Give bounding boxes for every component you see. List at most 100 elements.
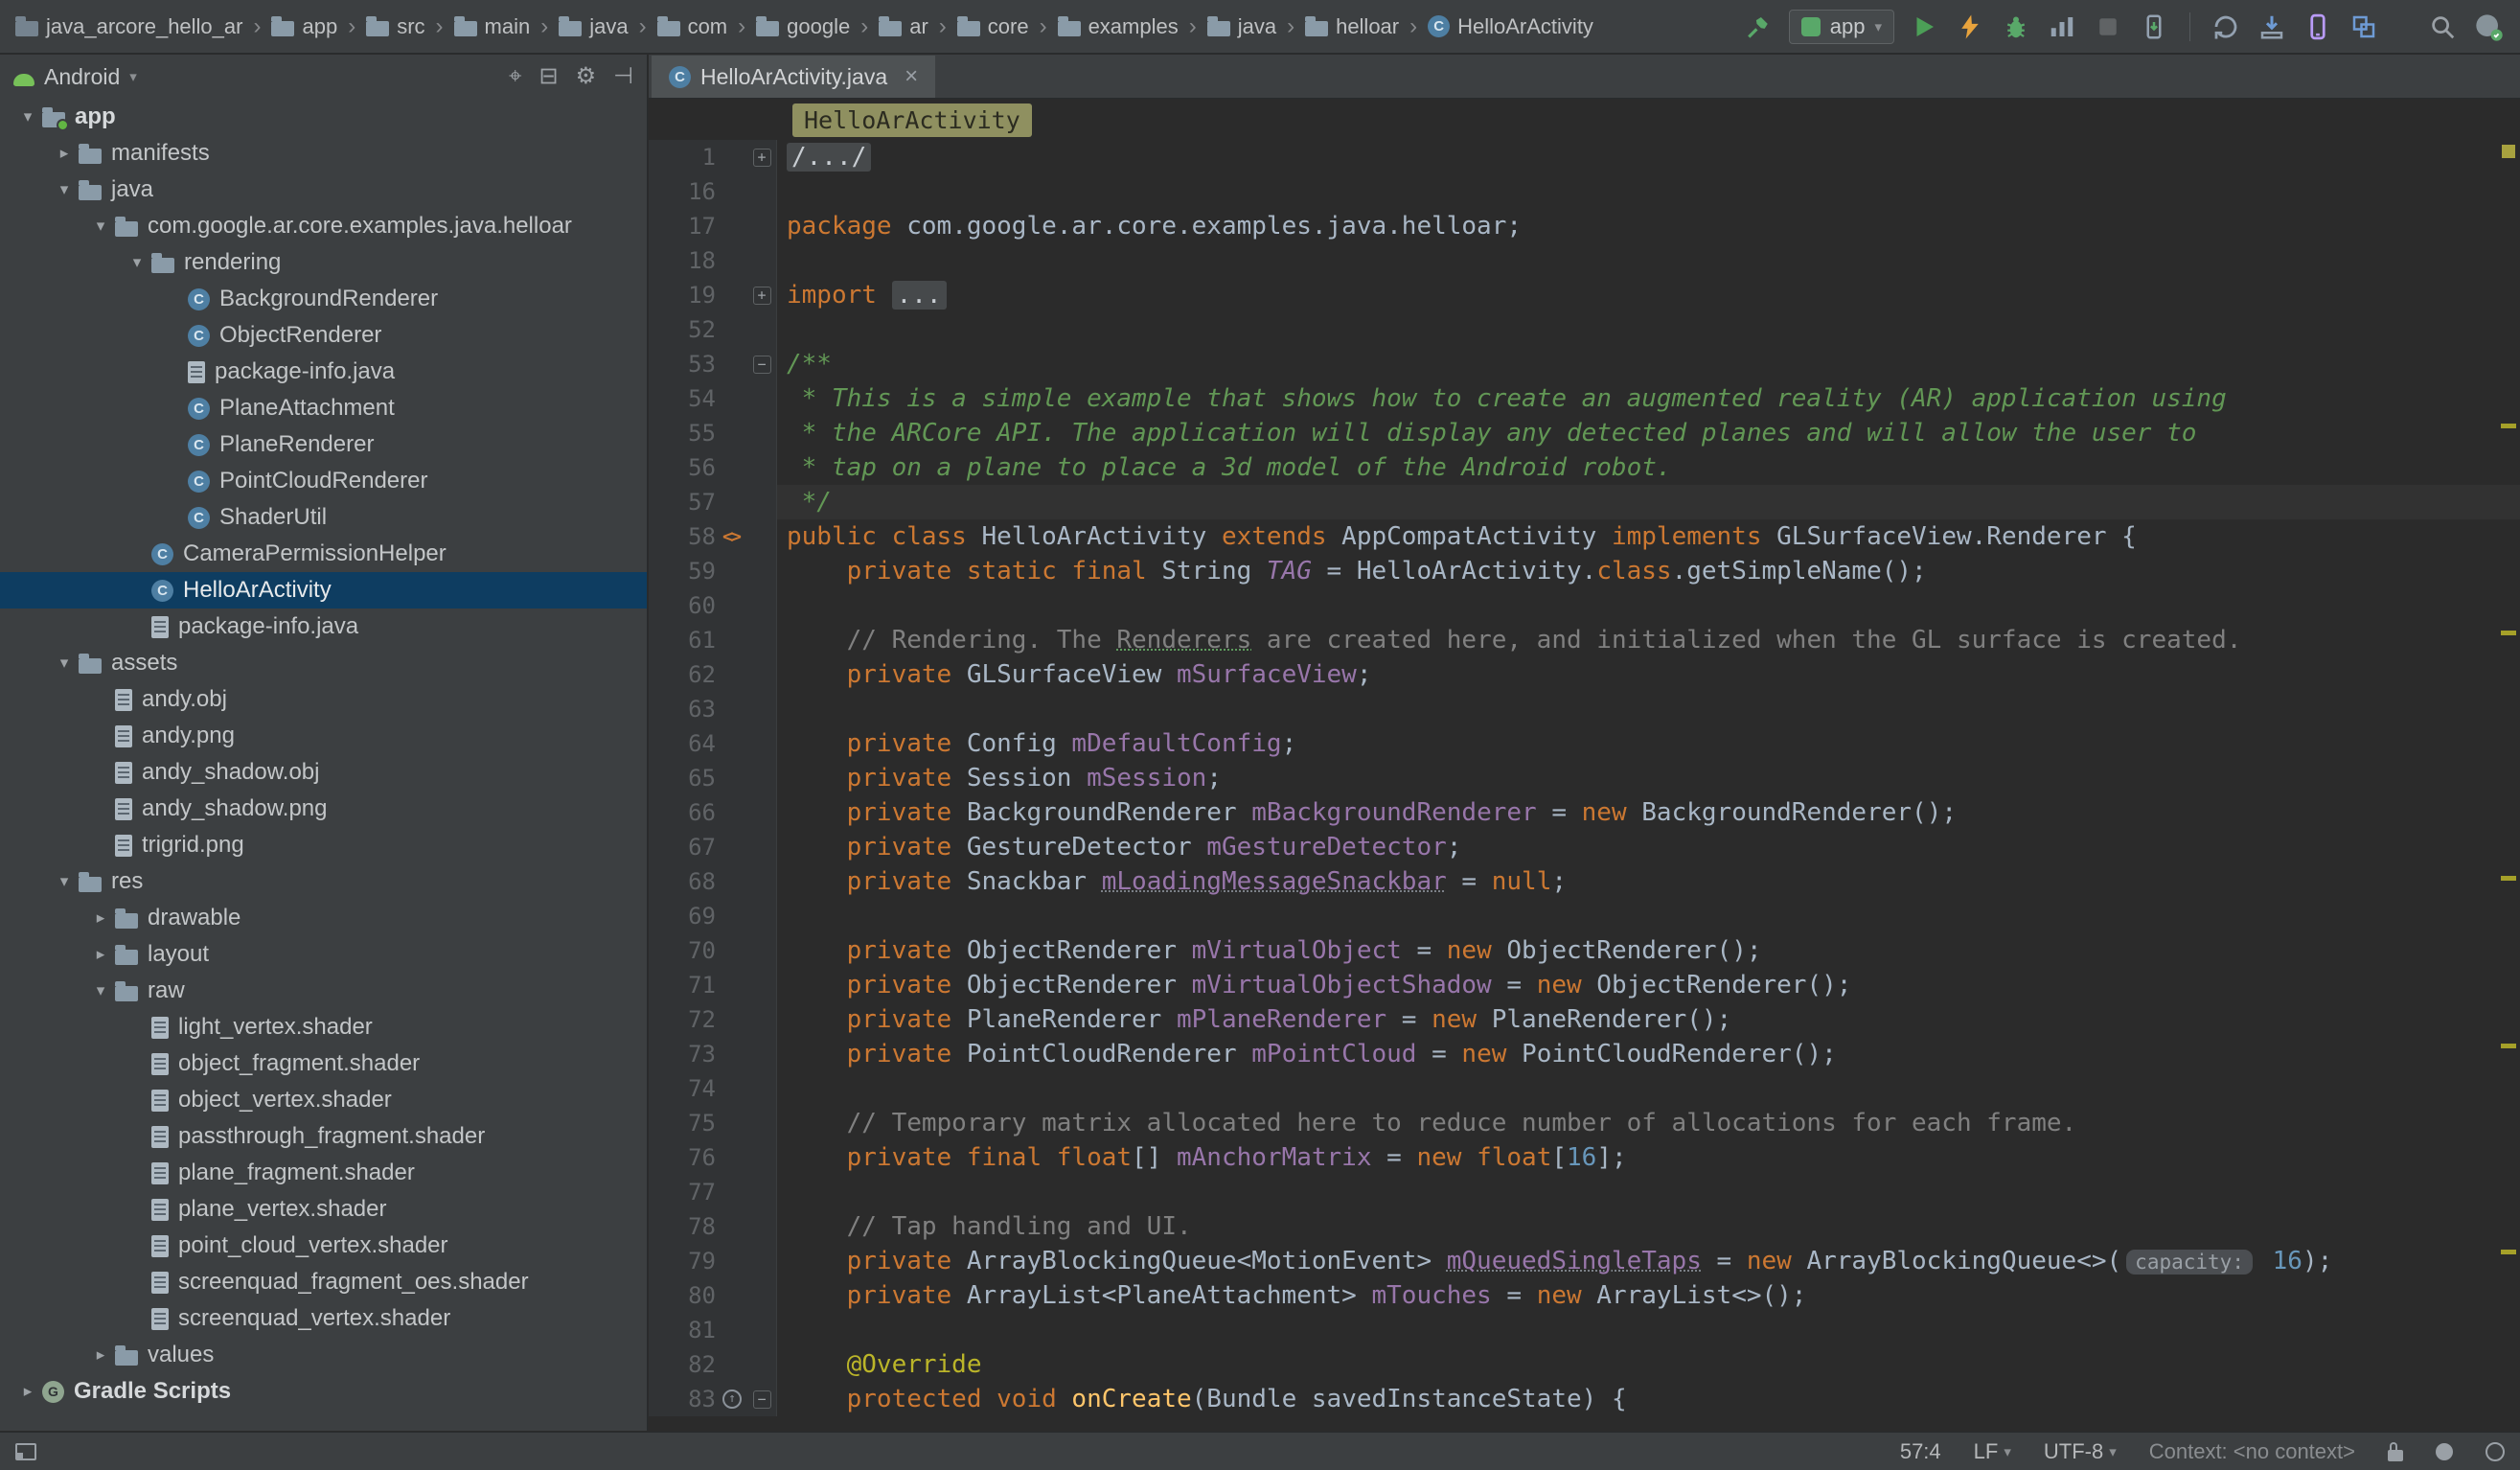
lock-icon[interactable] [2388, 1450, 2403, 1461]
line-number[interactable]: 52 [649, 312, 716, 347]
tree-item[interactable]: ▾res [0, 863, 647, 900]
tree-item[interactable]: light_vertex.shader [0, 1009, 647, 1045]
code-text[interactable]: package com.google.ar.core.examples.java… [777, 209, 2520, 243]
code-text[interactable]: private GLSurfaceView mSurfaceView; [777, 657, 2520, 692]
sdk-manager-button[interactable] [2256, 11, 2288, 43]
tree-item[interactable]: package-info.java [0, 609, 647, 645]
code-text[interactable]: private Session mSession; [777, 761, 2520, 795]
breadcrumb-item[interactable]: google [756, 14, 850, 39]
tree-item[interactable]: passthrough_fragment.shader [0, 1118, 647, 1155]
warning-stripe-mark[interactable] [2501, 1250, 2516, 1254]
chevron-right-icon[interactable]: ▸ [88, 908, 113, 928]
line-number[interactable]: 61 [649, 623, 716, 657]
tree-item[interactable]: CameraPermissionHelper [0, 536, 647, 572]
fold-toggle-icon[interactable]: + [748, 149, 775, 167]
breadcrumb-item[interactable]: examples [1058, 14, 1179, 39]
collapse-all-icon[interactable]: ⊟ [538, 65, 558, 88]
code-text[interactable]: */ [777, 485, 2520, 519]
code-text[interactable]: // Rendering. The Renderers are created … [777, 623, 2520, 657]
chevron-down-icon[interactable]: ▾ [52, 872, 77, 891]
context-widget[interactable]: Context: <no context> [2149, 1439, 2355, 1464]
code-text[interactable]: /** [777, 347, 2520, 381]
tree-item[interactable]: plane_fragment.shader [0, 1155, 647, 1191]
tree-item[interactable]: ObjectRenderer [0, 317, 647, 354]
line-number[interactable]: 73 [649, 1037, 716, 1071]
breadcrumb-item[interactable]: core [957, 14, 1029, 39]
tree-item[interactable]: ShaderUtil [0, 499, 647, 536]
code-text[interactable]: private final float[] mAnchorMatrix = ne… [777, 1140, 2520, 1175]
fold-toggle-icon[interactable]: + [748, 287, 775, 305]
file-status-indicator[interactable] [2502, 145, 2515, 158]
tree-item[interactable]: package-info.java [0, 354, 647, 390]
fold-toggle-icon[interactable]: − [748, 1390, 775, 1409]
breadcrumb-current-element[interactable]: HelloArActivity [792, 103, 1032, 137]
breadcrumb-item[interactable]: HelloArActivity [1428, 14, 1593, 39]
tree-item[interactable]: PlaneRenderer [0, 426, 647, 463]
code-editor[interactable]: 1+/.../1617package com.google.ar.core.ex… [649, 140, 2520, 1431]
code-text[interactable]: private static final String TAG = HelloA… [777, 554, 2520, 588]
hide-panel-icon[interactable]: ⊣ [613, 65, 633, 88]
tree-item[interactable]: object_fragment.shader [0, 1045, 647, 1082]
code-text[interactable]: private ArrayList<PlaneAttachment> mTouc… [777, 1278, 2520, 1313]
code-text[interactable] [777, 692, 2520, 726]
code-text[interactable] [777, 312, 2520, 347]
code-text[interactable]: private ObjectRenderer mVirtualObject = … [777, 933, 2520, 968]
line-number[interactable]: 54 [649, 381, 716, 416]
code-text[interactable]: * tap on a plane to place a 3d model of … [777, 450, 2520, 485]
code-text[interactable]: import ... [777, 278, 2520, 312]
code-text[interactable] [777, 1071, 2520, 1106]
apply-changes-button[interactable] [1954, 11, 1986, 43]
chevron-right-icon[interactable]: ▸ [88, 945, 113, 964]
warning-stripe-mark[interactable] [2501, 1044, 2516, 1048]
breadcrumb-item[interactable]: java [559, 14, 628, 39]
tree-item[interactable]: andy.obj [0, 681, 647, 718]
line-number[interactable]: 65 [649, 761, 716, 795]
warning-stripe-mark[interactable] [2501, 424, 2516, 428]
line-number[interactable]: 64 [649, 726, 716, 761]
tree-item[interactable]: ▸Gradle Scripts [0, 1373, 647, 1410]
chevron-down-icon[interactable]: ▾ [52, 180, 77, 199]
line-number[interactable]: 83 [649, 1382, 716, 1416]
settings-gear-icon[interactable]: ⚙ [576, 65, 597, 88]
chevron-right-icon[interactable]: ▸ [52, 144, 77, 163]
line-number[interactable]: 78 [649, 1209, 716, 1244]
line-number[interactable]: 56 [649, 450, 716, 485]
layout-inspector-button[interactable] [2348, 11, 2380, 43]
tree-item[interactable]: andy_shadow.png [0, 791, 647, 827]
code-text[interactable]: private ArrayBlockingQueue<MotionEvent> … [777, 1244, 2520, 1278]
chevron-down-icon[interactable]: ▾ [15, 107, 40, 126]
editor-tab[interactable]: HelloArActivity.java × [652, 56, 935, 98]
code-text[interactable]: * the ARCore API. The application will d… [777, 416, 2520, 450]
code-text[interactable]: @Override [777, 1347, 2520, 1382]
code-text[interactable] [777, 899, 2520, 933]
tree-item[interactable]: andy.png [0, 718, 647, 754]
tree-item[interactable]: screenquad_vertex.shader [0, 1300, 647, 1337]
gradle-status-icon[interactable] [2436, 1443, 2453, 1460]
code-text[interactable]: private Snackbar mLoadingMessageSnackbar… [777, 864, 2520, 899]
line-number[interactable]: 72 [649, 1002, 716, 1037]
line-number[interactable]: 68 [649, 864, 716, 899]
project-view-selector[interactable]: Android ▾ [13, 64, 137, 90]
tree-item[interactable]: PlaneAttachment [0, 390, 647, 426]
code-text[interactable]: // Temporary matrix allocated here to re… [777, 1106, 2520, 1140]
code-text[interactable]: private Config mDefaultConfig; [777, 726, 2520, 761]
line-number[interactable]: 53 [649, 347, 716, 381]
gradle-sync-status-button[interactable] [2472, 11, 2505, 43]
close-icon[interactable]: × [905, 63, 918, 90]
line-number[interactable]: 74 [649, 1071, 716, 1106]
line-number[interactable]: 55 [649, 416, 716, 450]
run-button[interactable] [1908, 11, 1940, 43]
profiler-button[interactable] [2046, 11, 2078, 43]
run-configuration-select[interactable]: app ▾ [1789, 10, 1894, 44]
code-text[interactable]: private GestureDetector mGestureDetector… [777, 830, 2520, 864]
code-text[interactable] [777, 174, 2520, 209]
tree-item[interactable]: ▾raw [0, 973, 647, 1009]
code-text[interactable] [777, 588, 2520, 623]
line-number[interactable]: 76 [649, 1140, 716, 1175]
line-number[interactable]: 75 [649, 1106, 716, 1140]
tree-item[interactable]: ▸values [0, 1337, 647, 1373]
tree-item[interactable]: ▾com.google.ar.core.examples.java.helloa… [0, 208, 647, 244]
search-everywhere-button[interactable] [2426, 11, 2459, 43]
tree-item[interactable]: HelloArActivity [0, 572, 647, 609]
breadcrumb-item[interactable]: helloar [1305, 14, 1399, 39]
